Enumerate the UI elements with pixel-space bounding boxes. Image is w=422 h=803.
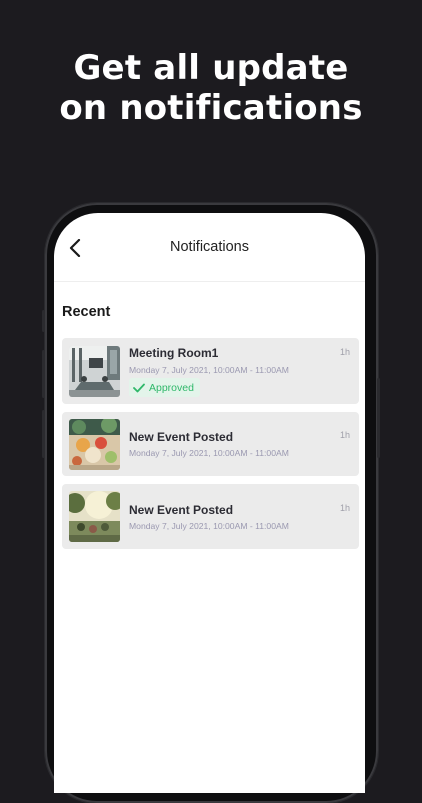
notification-date: Monday 7, July 2021, 10:00AM - 11:00AM: [129, 448, 289, 458]
notification-time: 1h: [339, 430, 350, 440]
notification-time: 1h: [339, 503, 350, 513]
notification-time: 1h: [339, 347, 350, 357]
phone-screen: Notifications Recent Meeting Room1 Monda…: [54, 213, 365, 793]
headline-line-1: Get all update: [73, 48, 349, 88]
notification-title: New Event Posted: [129, 503, 234, 517]
event-food-thumbnail: [69, 419, 120, 470]
notification-date: Monday 7, July 2021, 10:00AM - 11:00AM: [129, 521, 289, 531]
navigation-bar: Notifications: [54, 213, 365, 282]
phone-side-button: [42, 350, 45, 398]
approved-badge: Approved: [129, 378, 200, 397]
phone-side-button: [42, 410, 45, 458]
notification-item[interactable]: New Event Posted Monday 7, July 2021, 10…: [62, 484, 359, 549]
headline-line-2: on notifications: [59, 88, 363, 128]
phone-power-button: [377, 378, 380, 458]
notification-date: Monday 7, July 2021, 10:00AM - 11:00AM: [129, 365, 289, 375]
notification-title: Meeting Room1: [129, 346, 219, 360]
meeting-room-thumbnail: [69, 346, 120, 397]
checkmark-icon: [133, 383, 145, 392]
notification-item[interactable]: Meeting Room1 Monday 7, July 2021, 10:00…: [62, 338, 359, 404]
section-title-recent: Recent: [62, 304, 111, 320]
notification-title: New Event Posted: [129, 430, 234, 444]
phone-side-button: [42, 310, 45, 332]
page-title: Notifications: [170, 239, 249, 255]
promo-headline: Get all update on notifications: [0, 48, 422, 128]
approved-badge-label: Approved: [149, 381, 194, 394]
event-outdoor-thumbnail: [69, 491, 120, 542]
notification-item[interactable]: New Event Posted Monday 7, July 2021, 10…: [62, 412, 359, 476]
